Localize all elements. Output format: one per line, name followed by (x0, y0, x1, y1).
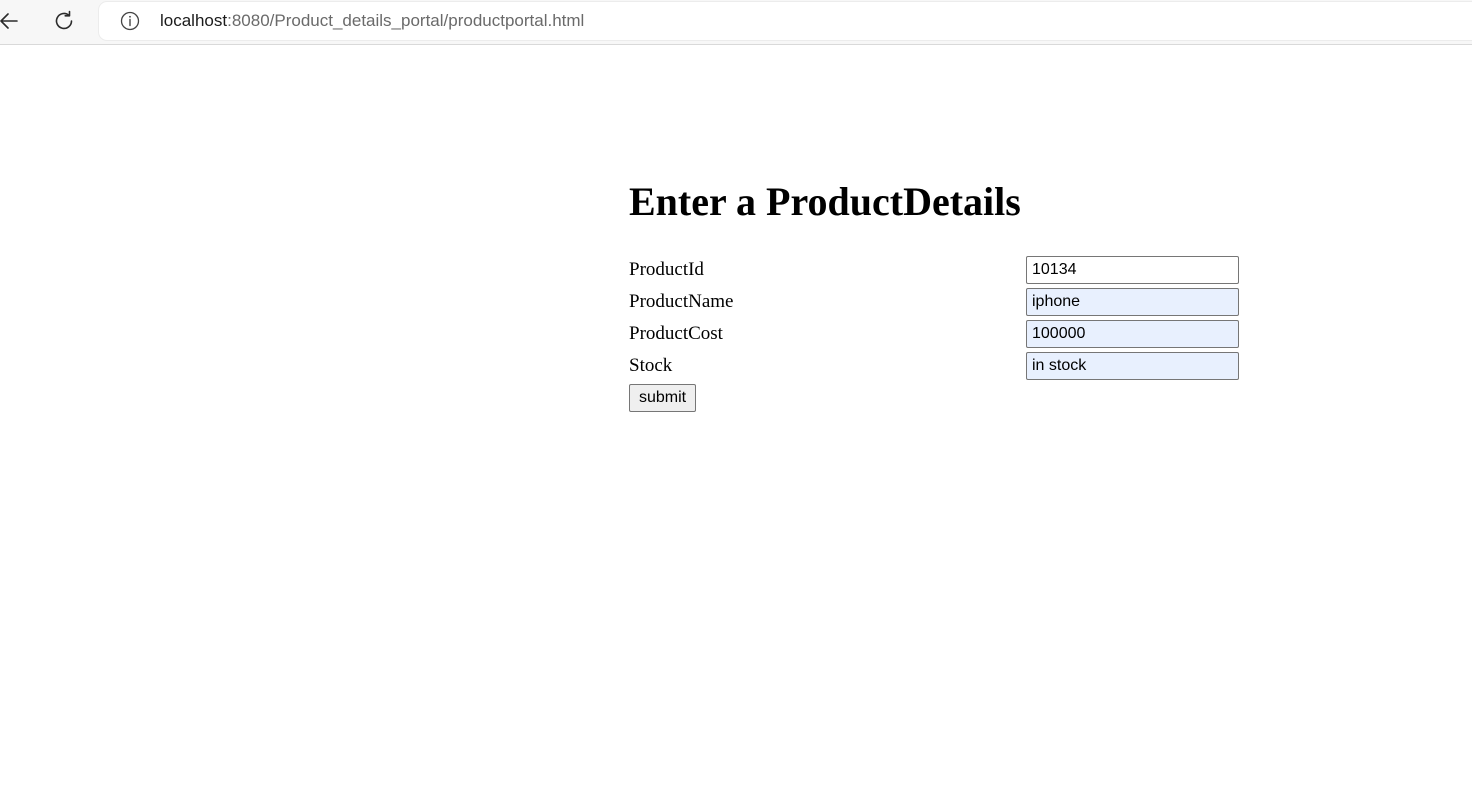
address-bar[interactable]: localhost:8080/Product_details_portal/pr… (99, 2, 1472, 40)
url-text[interactable]: localhost:8080/Product_details_portal/pr… (160, 11, 584, 31)
stock-input[interactable] (1026, 352, 1239, 380)
page-title: Enter a ProductDetails (629, 179, 1021, 224)
product-cost-input[interactable] (1026, 320, 1239, 348)
product-name-input[interactable] (1026, 288, 1239, 316)
form-row-product-id: ProductId (629, 256, 1241, 284)
product-cost-label: ProductCost (629, 323, 723, 344)
product-id-input[interactable] (1026, 256, 1239, 284)
url-path: :8080/Product_details_portal/productport… (227, 11, 585, 30)
submit-button[interactable]: submit (629, 384, 697, 412)
back-button[interactable] (0, 6, 24, 36)
info-icon[interactable] (120, 11, 140, 31)
url-host: localhost (160, 11, 228, 30)
form-row-product-name: ProductName (629, 288, 1241, 316)
page-content: Enter a ProductDetails (629, 178, 1021, 226)
stock-label: Stock (629, 355, 673, 376)
reload-icon (55, 10, 73, 30)
reload-button[interactable] (49, 6, 79, 36)
form-row-stock: Stock (629, 352, 1241, 380)
browser-toolbar: localhost:8080/Product_details_portal/pr… (0, 0, 1472, 45)
product-name-label: ProductName (629, 291, 734, 312)
form-row-product-cost: ProductCost (629, 320, 1241, 348)
arrow-left-icon (0, 13, 18, 29)
product-id-label: ProductId (629, 259, 704, 280)
